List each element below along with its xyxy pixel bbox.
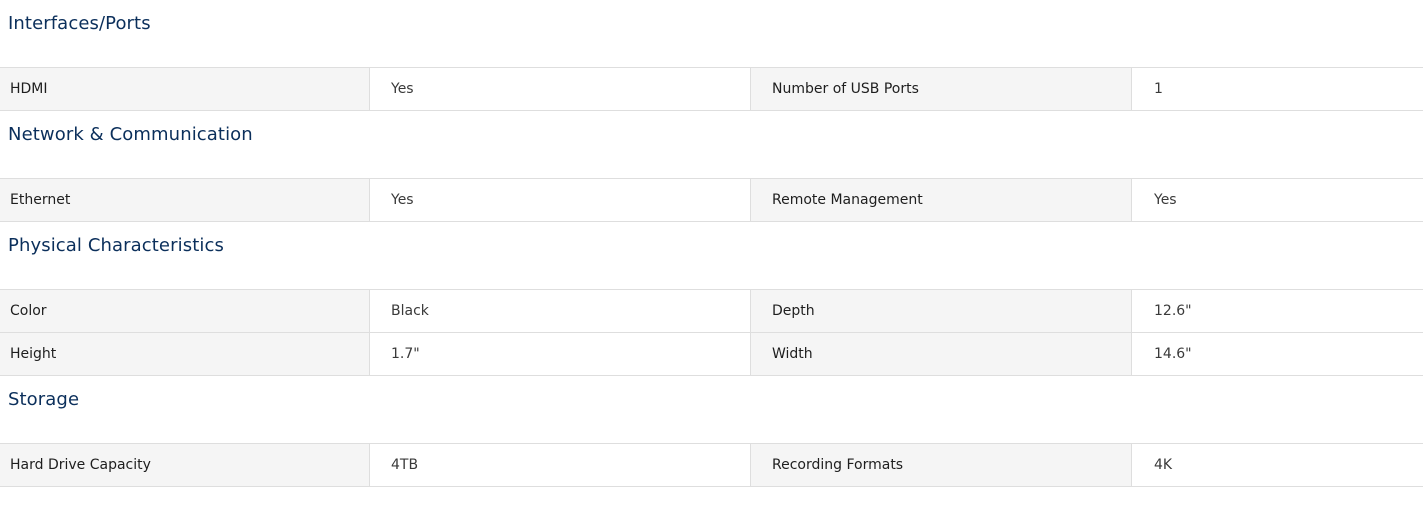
spec-value: 1.7" xyxy=(370,333,751,375)
spec-table: HDMI Yes Number of USB Ports 1 xyxy=(0,67,1423,111)
spec-value: 4TB xyxy=(370,444,751,486)
spec-row: HDMI Yes Number of USB Ports 1 xyxy=(0,68,1423,111)
spec-label: Recording Formats xyxy=(751,444,1132,486)
spec-label: Depth xyxy=(751,290,1132,332)
spec-label: Number of USB Ports xyxy=(751,68,1132,110)
spec-row: Height 1.7" Width 14.6" xyxy=(0,333,1423,376)
spec-value: 1 xyxy=(1132,68,1423,110)
spec-label: Ethernet xyxy=(0,179,370,221)
spec-table: Hard Drive Capacity 4TB Recording Format… xyxy=(0,443,1423,487)
spec-label: HDMI xyxy=(0,68,370,110)
spec-row: Color Black Depth 12.6" xyxy=(0,290,1423,333)
spec-value: 4K xyxy=(1132,444,1423,486)
section-storage: Storage Hard Drive Capacity 4TB Recordin… xyxy=(0,376,1423,487)
section-title: Storage xyxy=(8,389,80,410)
section-interfaces-ports: Interfaces/Ports HDMI Yes Number of USB … xyxy=(0,0,1423,111)
section-network-communication: Network & Communication Ethernet Yes Rem… xyxy=(0,111,1423,222)
spec-row: Ethernet Yes Remote Management Yes xyxy=(0,179,1423,222)
specifications-panel: Interfaces/Ports HDMI Yes Number of USB … xyxy=(0,0,1423,496)
spec-table: Color Black Depth 12.6" Height 1.7" Widt… xyxy=(0,289,1423,376)
spec-label: Hard Drive Capacity xyxy=(0,444,370,486)
spec-value: Yes xyxy=(370,68,751,110)
spec-row: Hard Drive Capacity 4TB Recording Format… xyxy=(0,444,1423,487)
spec-value: Black xyxy=(370,290,751,332)
spec-value: 14.6" xyxy=(1132,333,1423,375)
section-title: Physical Characteristics xyxy=(8,235,224,256)
section-title: Interfaces/Ports xyxy=(8,13,151,34)
spec-value: 12.6" xyxy=(1132,290,1423,332)
spec-label: Height xyxy=(0,333,370,375)
section-physical-characteristics: Physical Characteristics Color Black Dep… xyxy=(0,222,1423,376)
spec-table: Ethernet Yes Remote Management Yes xyxy=(0,178,1423,222)
section-title: Network & Communication xyxy=(8,124,253,145)
bottom-spacer xyxy=(0,487,1423,496)
spec-value: Yes xyxy=(370,179,751,221)
spec-label: Color xyxy=(0,290,370,332)
spec-label: Width xyxy=(751,333,1132,375)
spec-label: Remote Management xyxy=(751,179,1132,221)
spec-value: Yes xyxy=(1132,179,1423,221)
